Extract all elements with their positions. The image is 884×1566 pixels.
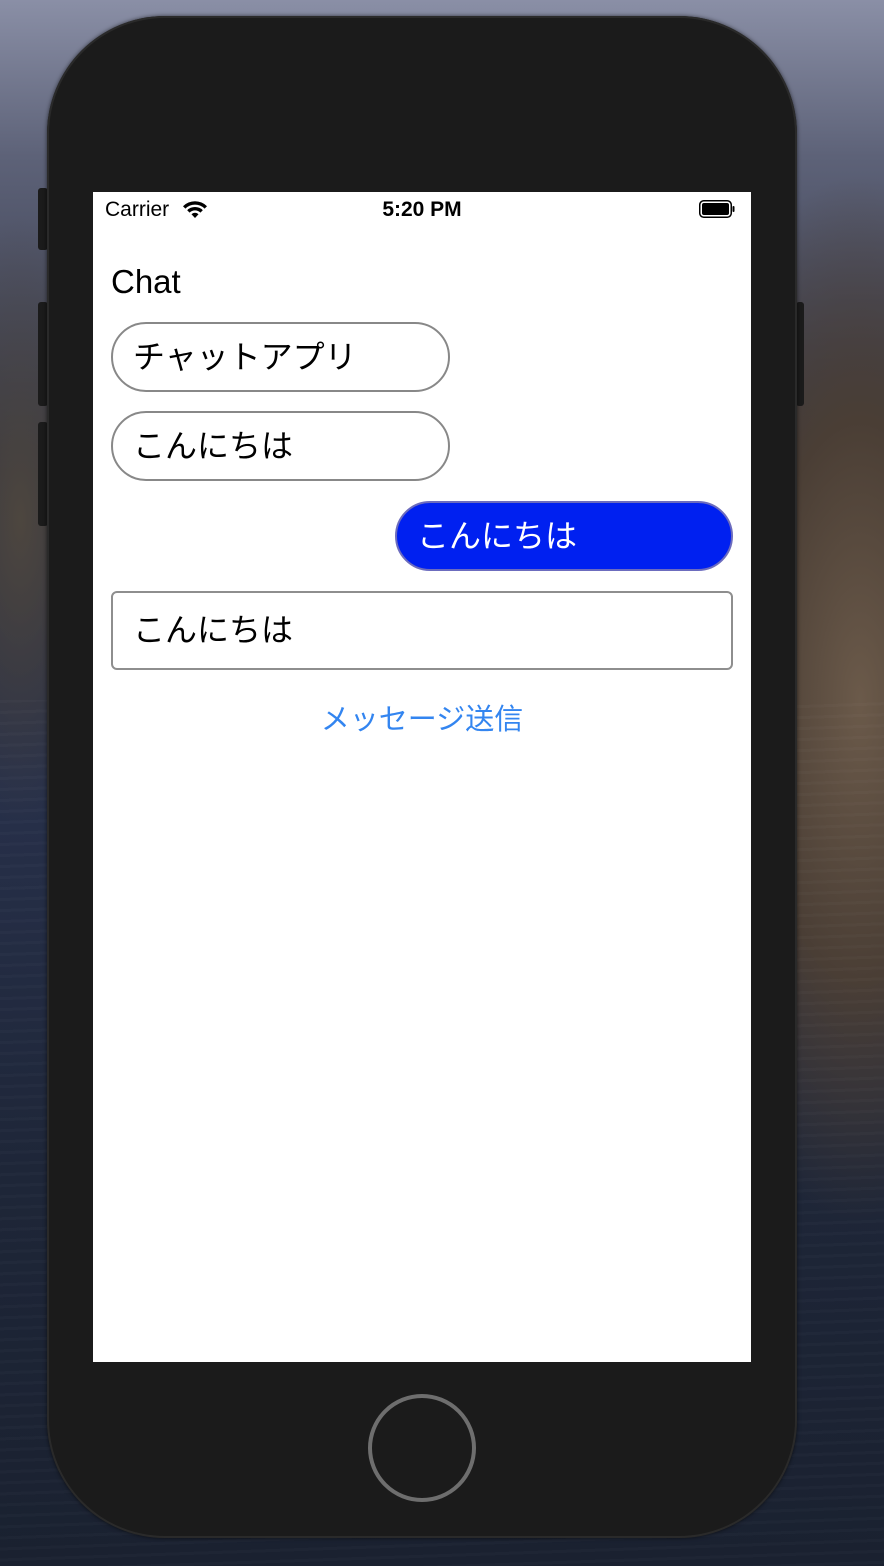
received-message-bubble: こんにちは xyxy=(111,411,450,481)
power-button xyxy=(796,302,804,406)
status-bar: Carrier 5:20 PM xyxy=(93,192,751,228)
send-message-button[interactable]: メッセージ送信 xyxy=(93,696,751,738)
home-button[interactable] xyxy=(368,1394,476,1502)
page-title: Chat xyxy=(111,263,181,300)
battery-icon xyxy=(699,200,735,218)
message-input[interactable]: こんにちは xyxy=(111,591,733,670)
received-message-bubble: チャットアプリ xyxy=(111,322,450,392)
app-screen: Carrier 5:20 PM Chat チャットアプリ こんにちは こんにちは… xyxy=(93,192,751,1362)
status-time: 5:20 PM xyxy=(382,198,462,221)
sent-message-bubble: こんにちは xyxy=(395,501,733,571)
